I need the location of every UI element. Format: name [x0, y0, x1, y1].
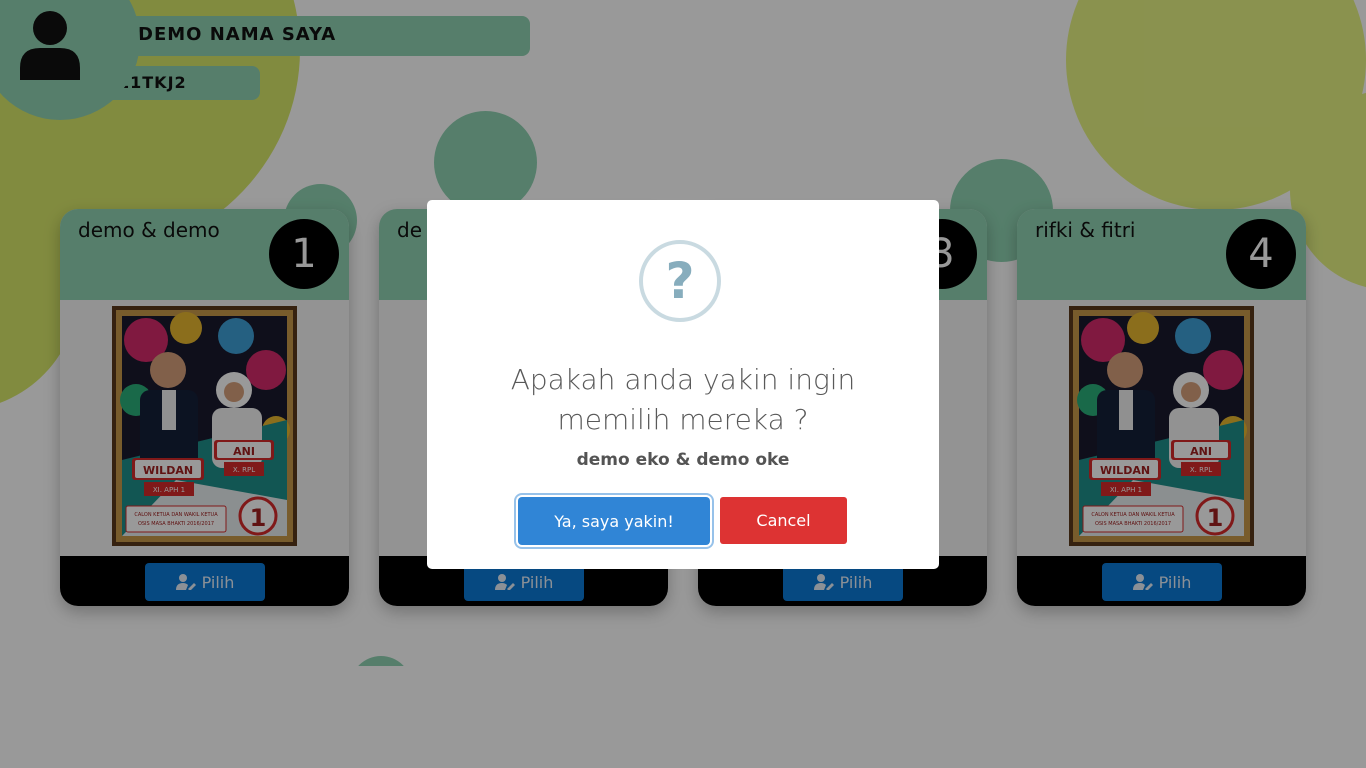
confirm-dialog: ? Apakah anda yakin ingin memilih mereka…	[427, 200, 939, 569]
dialog-title: Apakah anda yakin ingin memilih mereka ?	[510, 363, 856, 436]
cancel-button[interactable]: Cancel	[720, 497, 847, 544]
confirm-button[interactable]: Ya, saya yakin!	[518, 497, 710, 545]
question-icon: ?	[639, 240, 721, 322]
dialog-text: demo eko & demo oke	[576, 450, 790, 470]
